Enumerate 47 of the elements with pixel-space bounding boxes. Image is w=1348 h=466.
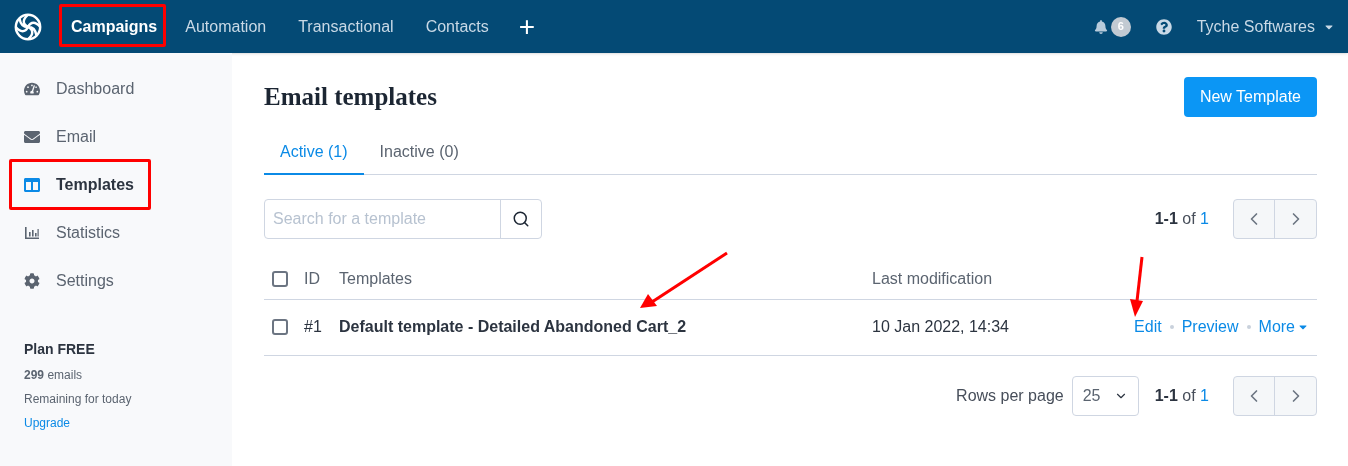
dashboard-icon — [24, 81, 40, 97]
template-name[interactable]: Default template - Detailed Abandoned Cart_2 — [339, 318, 687, 335]
gear-icon — [24, 273, 40, 289]
pagination-count: 1-1 of 1 — [1154, 385, 1209, 406]
pagination-count: 1-1 of 1 — [1154, 209, 1209, 229]
sidebar-item[interactable]: Templates — [24, 173, 134, 197]
add-button[interactable]: + — [518, 12, 536, 41]
notification-count: 6 — [1110, 16, 1131, 37]
search-field[interactable]: Search for a template — [264, 199, 542, 239]
tab[interactable]: Active (1) — [264, 140, 364, 175]
columns-icon — [24, 177, 40, 193]
plan-name: Plan FREE — [24, 340, 96, 359]
help-icon[interactable] — [1155, 18, 1172, 35]
rows-per-page-select[interactable]: 25 — [1071, 375, 1139, 416]
row-checkbox[interactable] — [272, 319, 288, 335]
logo-icon[interactable] — [13, 11, 43, 42]
upgrade-link[interactable]: Upgrade — [24, 414, 71, 432]
column-header: Templates — [339, 269, 412, 287]
annotation-arrow — [1128, 255, 1146, 318]
search-input[interactable]: Search for a template — [265, 200, 500, 238]
table-cell: #1 — [304, 318, 322, 335]
row-action-link[interactable]: More — [1258, 315, 1309, 339]
nav-tab[interactable]: Campaigns — [59, 6, 170, 47]
row-action-link[interactable]: Preview — [1181, 315, 1239, 339]
sidebar-item[interactable]: Email — [24, 125, 96, 149]
tab[interactable]: Inactive (0) — [363, 140, 475, 175]
table-cell: 10 Jan 2022, 14:34 — [872, 318, 1009, 335]
new-template-button[interactable]: New Template — [1183, 77, 1317, 117]
row-action-link[interactable]: Edit — [1134, 315, 1162, 339]
column-header: ID — [304, 269, 320, 287]
select-all-checkbox[interactable] — [272, 270, 288, 287]
account-menu[interactable]: Tyche Softwares — [1196, 14, 1335, 39]
rows-per-page-label: Rows per page — [956, 385, 1064, 406]
sidebar-item[interactable]: Statistics — [24, 221, 120, 245]
search-icon — [512, 210, 530, 228]
bell-icon[interactable] — [1093, 19, 1108, 34]
column-header: Last modification — [872, 269, 993, 287]
nav-tab[interactable]: Automation — [169, 6, 283, 47]
sidebar-item[interactable]: Settings — [24, 269, 114, 293]
envelope-icon — [24, 129, 40, 145]
bar-chart-icon — [24, 225, 40, 241]
nav-tab[interactable]: Contacts — [409, 6, 505, 47]
remaining-label: Remaining for today — [24, 391, 133, 408]
sidebar-item[interactable]: Dashboard — [24, 77, 135, 101]
page-title: Email templates — [264, 82, 437, 113]
emails-remaining: 299 emails — [24, 367, 84, 384]
nav-tab[interactable]: Transactional — [282, 6, 410, 47]
